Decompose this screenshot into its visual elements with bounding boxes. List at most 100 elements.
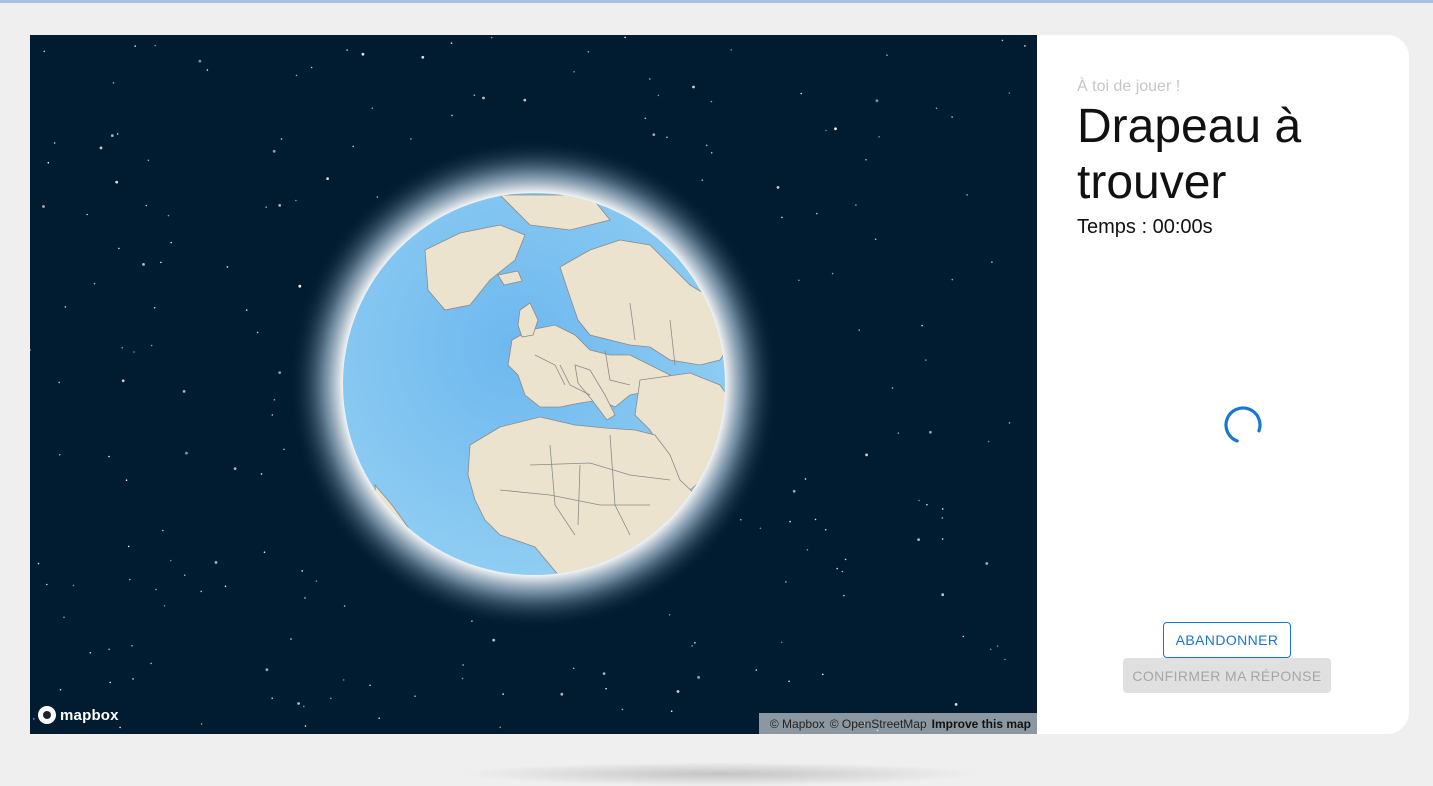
star [127, 545, 130, 548]
star [233, 467, 237, 470]
star [163, 605, 166, 607]
window-top-border [0, 0, 1433, 3]
star [110, 134, 114, 137]
star [200, 723, 203, 725]
star [183, 574, 186, 576]
star [167, 214, 170, 217]
abandon-button[interactable]: ABANDONNER [1163, 622, 1291, 658]
turn-label: À toi de jouer ! [1077, 78, 1181, 95]
game-card: mapbox © Mapbox © OpenStreetMap Improve … [30, 35, 1409, 734]
star [315, 580, 318, 582]
star [917, 538, 920, 541]
star [150, 662, 152, 665]
star [621, 708, 624, 711]
star [342, 679, 345, 681]
star [160, 261, 162, 264]
star [108, 455, 110, 458]
star [260, 473, 263, 475]
star [490, 36, 493, 39]
page-title: Drapeau à trouver [1077, 100, 1302, 209]
star [875, 99, 879, 103]
star [290, 638, 292, 640]
star [482, 96, 485, 100]
star [985, 562, 989, 565]
map-attribution: © Mapbox © OpenStreetMap Improve this ma… [759, 713, 1037, 734]
star [602, 672, 606, 675]
star [271, 697, 273, 699]
star [86, 213, 88, 216]
star [116, 133, 119, 135]
star [792, 489, 796, 493]
attribution-osm-link[interactable]: © OpenStreetMap [830, 717, 927, 731]
star [214, 561, 218, 564]
star [352, 145, 355, 148]
star [841, 570, 844, 573]
globe-map[interactable]: mapbox © Mapbox © OpenStreetMap Improve … [30, 35, 1037, 734]
star [587, 51, 590, 53]
star [273, 399, 276, 401]
star [153, 307, 156, 309]
star [668, 614, 671, 616]
star [886, 54, 888, 56]
star [941, 538, 944, 540]
star [226, 266, 229, 268]
star [966, 194, 968, 196]
star [304, 725, 307, 727]
star [941, 508, 944, 510]
star [53, 142, 56, 144]
loading-spinner-icon [1224, 406, 1262, 444]
star [369, 684, 371, 687]
star [263, 551, 266, 553]
star [804, 478, 807, 480]
star [991, 261, 993, 263]
star [265, 668, 269, 672]
star [816, 212, 818, 215]
star [925, 359, 927, 361]
star [132, 678, 134, 680]
star [58, 453, 61, 456]
confirm-answer-button[interactable]: CONFIRMER MA RÉPONSE [1123, 658, 1331, 693]
star [954, 703, 958, 706]
star [921, 324, 923, 327]
star [371, 107, 374, 109]
star [1004, 658, 1006, 661]
star [788, 680, 790, 683]
star [64, 306, 67, 308]
star [573, 71, 575, 73]
globe-canvas[interactable] [30, 35, 1037, 734]
star [929, 430, 932, 434]
star [844, 558, 847, 561]
star [824, 528, 827, 531]
star [169, 559, 172, 562]
star [170, 241, 172, 244]
star [121, 379, 125, 383]
attribution-mapbox-link[interactable]: © Mapbox [770, 717, 825, 731]
star [1008, 92, 1011, 94]
star [297, 702, 300, 705]
star [855, 204, 857, 206]
star [951, 116, 953, 118]
star [834, 127, 837, 131]
star [780, 641, 783, 644]
star [657, 94, 660, 97]
mapbox-logo-text: mapbox [60, 706, 119, 724]
star [825, 129, 827, 132]
star [280, 138, 283, 140]
star [499, 726, 502, 729]
mapbox-logo[interactable]: mapbox [38, 706, 119, 724]
star [89, 652, 92, 654]
star [776, 186, 780, 189]
star [502, 693, 504, 695]
star [59, 688, 62, 691]
star [155, 588, 157, 591]
improve-map-link[interactable]: Improve this map [932, 717, 1031, 731]
star [473, 94, 476, 96]
star [109, 681, 111, 684]
star [1024, 45, 1026, 47]
star [410, 138, 412, 140]
star [182, 390, 186, 393]
star [941, 517, 944, 519]
star [346, 49, 348, 51]
star [147, 159, 150, 162]
star [310, 66, 313, 69]
